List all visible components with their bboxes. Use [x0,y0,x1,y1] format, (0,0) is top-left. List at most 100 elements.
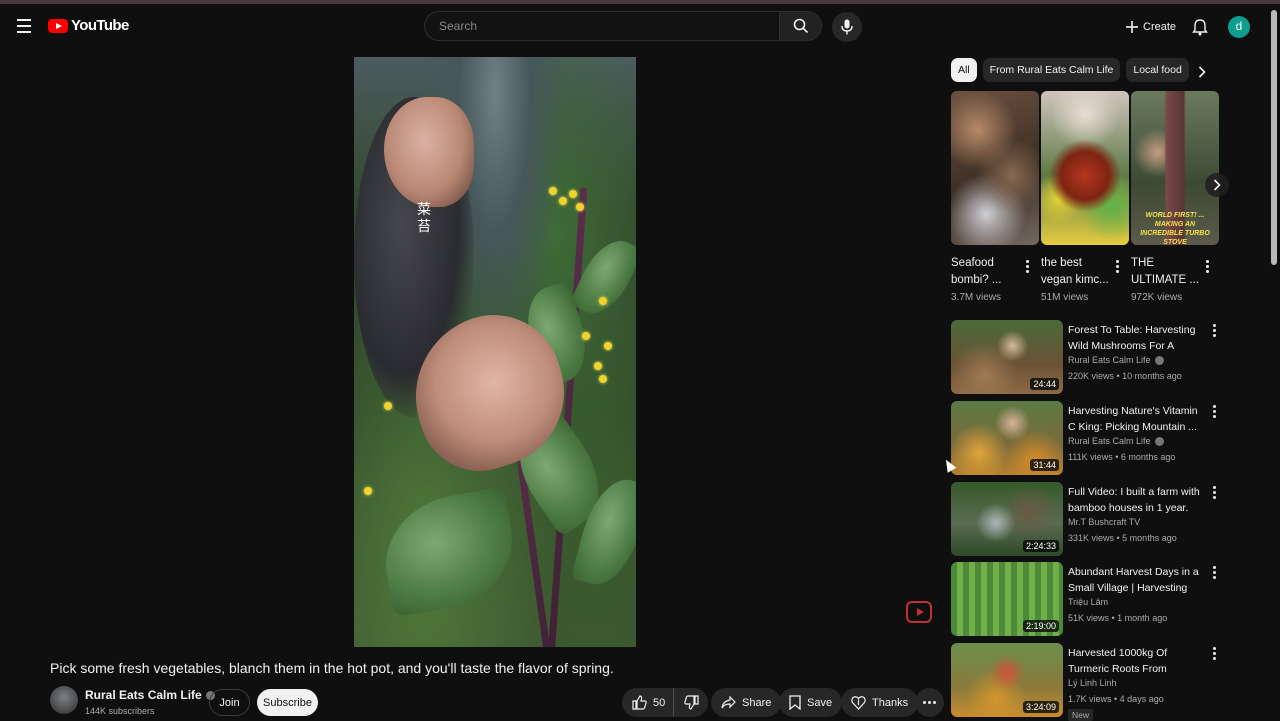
video-frame-flower [549,187,557,195]
related-channel-name[interactable]: Lý Linh Linh [1068,678,1117,688]
related-video-item[interactable]: 3:24:09 Harvested 1000kg Of Turmeric Roo… [951,643,1221,721]
video-frame-flower [582,332,590,340]
related-title[interactable]: Harvested 1000kg Of Turmeric Roots From … [1068,645,1205,677]
related-menu-icon[interactable] [1208,645,1220,661]
short-card[interactable]: Seafood bombi? ... 3.7M views [951,91,1039,303]
subscriber-count: 144K subscribers [85,706,155,716]
voice-search-button[interactable] [832,12,862,42]
video-frame-hand [384,97,474,207]
short-menu-icon[interactable] [1201,258,1213,274]
short-title[interactable]: the best vegan kimc... [1041,255,1111,289]
short-title[interactable]: Seafood bombi? ... [951,255,1021,289]
related-meta: 111K views • 6 months ago [1068,452,1176,462]
related-video-item[interactable]: 2:24:33 Full Video: I built a farm with … [951,482,1221,558]
miniplayer-icon[interactable] [906,601,932,623]
new-badge: New [1068,709,1094,721]
video-frame-flower [599,375,607,383]
page-scrollbar[interactable] [1271,10,1277,265]
related-title[interactable]: Abundant Harvest Days in a Small Village… [1068,564,1205,596]
masthead: YouTube Create d [0,4,1280,48]
thanks-button[interactable]: Thanks [841,688,919,717]
short-thumbnail[interactable]: WORLD FIRST! ... MAKING AN INCREDIBLE TU… [1131,91,1219,245]
related-title[interactable]: Harvesting Nature's Vitamin C King: Pick… [1068,403,1205,435]
channel-name[interactable]: Rural Eats Calm Life [85,688,202,702]
related-menu-icon[interactable] [1208,484,1220,500]
thanks-label: Thanks [872,696,909,709]
related-thumbnail[interactable]: 31:44 [951,401,1063,475]
thumbs-up-icon [632,695,647,710]
related-meta: 51K views • 1 month ago [1068,613,1168,623]
verified-icon [1154,355,1164,365]
related-channel[interactable]: Rural Eats Calm Life [1068,355,1164,365]
more-actions-button[interactable] [915,688,944,717]
short-card[interactable]: the best vegan kimc... 51M views [1041,91,1129,303]
related-channel-name[interactable]: Rural Eats Calm Life [1068,436,1151,446]
related-thumbnail[interactable]: 24:44 [951,320,1063,394]
related-meta: 1.7K views • 4 days ago [1068,694,1164,704]
guide-menu-icon[interactable] [12,12,36,40]
related-channel-name[interactable]: Rural Eats Calm Life [1068,355,1151,365]
related-menu-icon[interactable] [1208,322,1220,338]
plus-icon [1126,21,1138,33]
create-button[interactable]: Create [1118,14,1184,40]
dislike-button[interactable] [674,688,708,717]
related-thumbnail[interactable]: 2:19:00 [951,562,1063,636]
video-duration: 2:24:33 [1022,540,1059,552]
related-channel[interactable]: Mr.T Bushcraft TV [1068,517,1140,527]
short-thumbnail[interactable] [951,91,1039,245]
thumbs-down-icon [683,695,699,710]
related-video-item[interactable]: 24:44 Forest To Table: Harvesting Wild M… [951,320,1221,396]
search-box [424,11,822,41]
account-avatar[interactable]: d [1228,16,1250,38]
related-title[interactable]: Full Video: I built a farm with bamboo h… [1068,484,1205,516]
related-menu-icon[interactable] [1208,564,1220,580]
related-channel[interactable]: Triệu Lâm [1068,597,1108,607]
channel-avatar[interactable] [50,686,78,714]
related-title[interactable]: Forest To Table: Harvesting Wild Mushroo… [1068,322,1205,354]
video-duration: 3:24:09 [1022,701,1059,713]
shorts-next-button[interactable] [1205,173,1229,197]
video-title: Pick some fresh vegetables, blanch them … [50,660,614,676]
related-thumbnail[interactable]: 3:24:09 [951,643,1063,717]
share-button[interactable]: Share [711,688,782,717]
chip-from-channel[interactable]: From Rural Eats Calm Life [982,58,1121,82]
short-views: 51M views [1041,292,1089,303]
share-icon [721,696,736,709]
short-card[interactable]: WORLD FIRST! ... MAKING AN INCREDIBLE TU… [1131,91,1219,303]
search-input[interactable] [425,12,781,40]
related-channel-name[interactable]: Triệu Lâm [1068,597,1108,607]
channel-name-wrap[interactable]: Rural Eats Calm Life [85,688,215,702]
related-menu-icon[interactable] [1208,403,1220,419]
video-frame-flower [384,402,392,410]
save-button[interactable]: Save [779,688,843,717]
short-menu-icon[interactable] [1111,258,1123,274]
video-frame-flower [576,203,584,211]
youtube-logo[interactable]: YouTube [48,17,129,34]
short-thumbnail[interactable] [1041,91,1129,245]
chips-next-button[interactable] [1192,62,1212,82]
short-menu-icon[interactable] [1021,258,1033,274]
related-video-item[interactable]: 2:19:00 Abundant Harvest Days in a Small… [951,562,1221,638]
subscribe-button[interactable]: Subscribe [257,689,318,716]
video-frame-flower [604,342,612,350]
video-player[interactable]: 菜苔 [354,57,636,647]
related-channel[interactable]: Lý Linh Linh [1068,678,1117,688]
chip-all[interactable]: All [951,58,977,82]
chevron-right-icon [1198,66,1206,78]
short-thumb-overlay-text: WORLD FIRST! ... MAKING AN INCREDIBLE TU… [1140,212,1210,245]
notifications-button[interactable] [1189,16,1211,38]
related-video-item[interactable]: 31:44 Harvesting Nature's Vitamin C King… [951,401,1221,477]
short-title[interactable]: THE ULTIMATE ... [1131,255,1201,289]
like-button[interactable]: 50 [622,688,674,717]
related-channel[interactable]: Rural Eats Calm Life [1068,436,1164,446]
save-label: Save [807,696,833,709]
related-thumbnail[interactable]: 2:24:33 [951,482,1063,556]
search-icon [793,18,808,34]
logo-text: YouTube [71,17,129,34]
chip-local-food[interactable]: Local food [1126,58,1189,82]
chevron-right-icon [1213,179,1221,191]
search-button[interactable] [779,12,821,40]
join-button[interactable]: Join [209,689,250,716]
video-frame-flower [364,487,372,495]
related-channel-name[interactable]: Mr.T Bushcraft TV [1068,517,1140,527]
